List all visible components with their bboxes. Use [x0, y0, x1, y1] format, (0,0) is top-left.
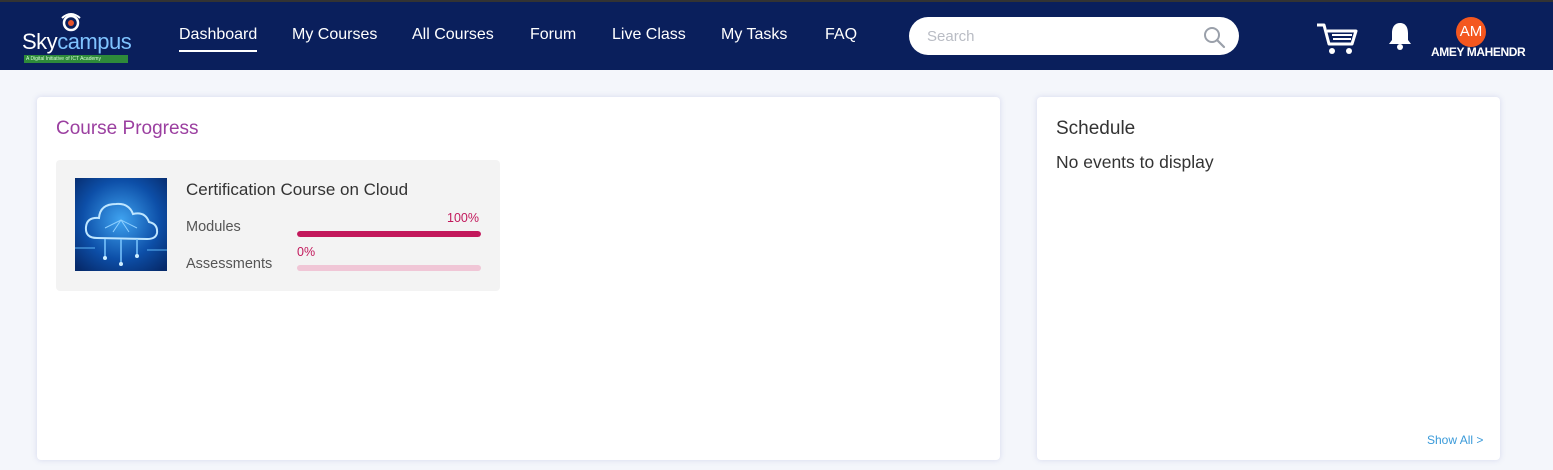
- nav-faq[interactable]: FAQ: [825, 26, 857, 44]
- schedule-empty-message: No events to display: [1056, 152, 1214, 172]
- modules-percent: 100%: [447, 211, 479, 225]
- user-name[interactable]: AMEY MAHENDR: [1431, 45, 1531, 59]
- schedule-card: Schedule No events to display Show All >: [1037, 97, 1500, 460]
- logo-wordmark: Skycampus: [22, 29, 132, 54]
- skycampus-logo[interactable]: Skycampus A Digital Initiative of ICT Ac…: [22, 12, 132, 64]
- nav-dashboard[interactable]: Dashboard: [179, 26, 258, 52]
- search-icon[interactable]: [1202, 25, 1226, 49]
- course-tile[interactable]: Certification Course on Cloud Modules 10…: [56, 160, 500, 291]
- assessments-percent: 0%: [297, 245, 316, 259]
- course-name: Certification Course on Cloud: [186, 180, 409, 199]
- course-progress-card: Course Progress Certification Course on: [37, 97, 1000, 460]
- cloud-course-thumbnail: [75, 178, 167, 271]
- modules-progress-fill: [297, 231, 481, 237]
- show-all-link[interactable]: Show All >: [1427, 433, 1483, 447]
- top-navbar: Skycampus A Digital Initiative of ICT Ac…: [0, 2, 1553, 70]
- modules-progress-bar: [297, 231, 481, 237]
- course-progress-title: Course Progress: [56, 118, 199, 139]
- cart-icon[interactable]: [1316, 22, 1358, 56]
- modules-label: Modules: [186, 219, 241, 235]
- search-box: [909, 17, 1239, 55]
- logo-tagline: A Digital Initiative of ICT Academy: [24, 55, 128, 63]
- schedule-title: Schedule: [1056, 118, 1136, 139]
- nav-forum[interactable]: Forum: [530, 26, 576, 44]
- assessments-label: Assessments: [186, 256, 273, 272]
- nav-all-courses[interactable]: All Courses: [412, 26, 494, 44]
- assessments-progress-bar: [297, 265, 481, 271]
- nav-my-courses[interactable]: My Courses: [292, 26, 377, 44]
- search-input[interactable]: [927, 26, 1197, 46]
- nav-live-class[interactable]: Live Class: [612, 26, 686, 44]
- avatar[interactable]: AM: [1456, 17, 1486, 47]
- nav-my-tasks[interactable]: My Tasks: [721, 26, 787, 44]
- bell-icon[interactable]: [1387, 21, 1413, 51]
